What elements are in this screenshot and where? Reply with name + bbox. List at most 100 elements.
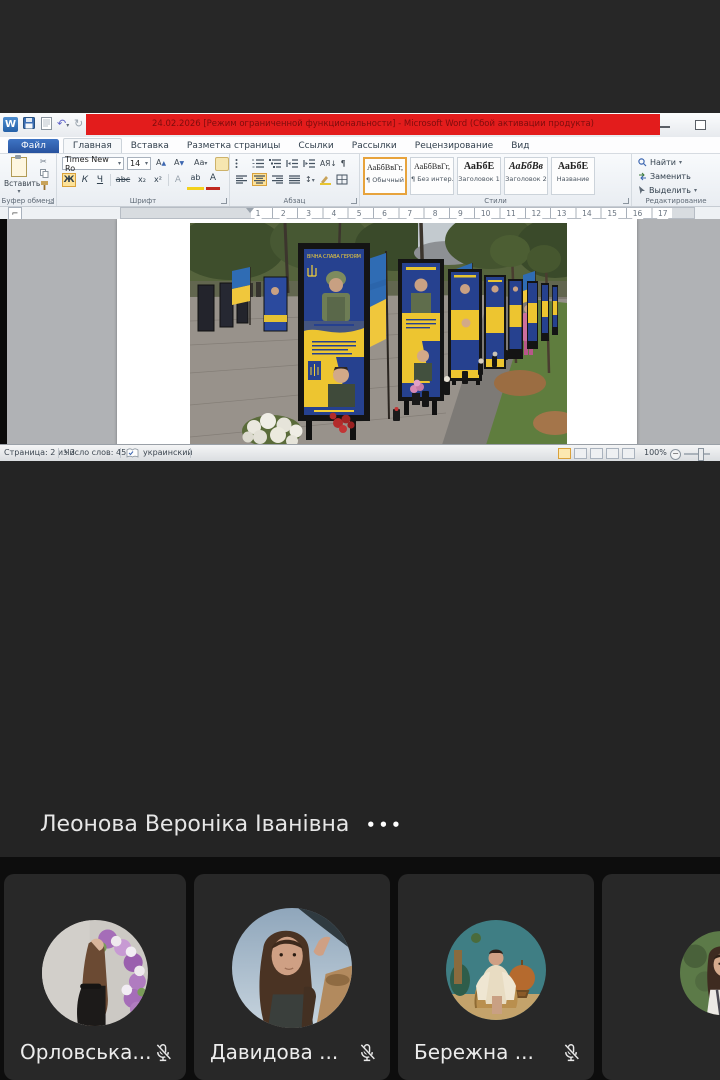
shading-icon[interactable] (319, 174, 332, 185)
presenter-menu-icon[interactable]: ••• (366, 816, 404, 834)
copy-icon[interactable] (40, 169, 49, 178)
increase-indent-icon[interactable] (303, 158, 316, 169)
clear-formatting-icon[interactable] (215, 157, 229, 171)
save-icon[interactable] (23, 117, 35, 133)
style-no-spacing[interactable]: АаБбВвГг, ¶ Без интер.. (410, 157, 454, 195)
view-web-layout-icon[interactable] (590, 448, 603, 459)
font-size-select[interactable]: 14▾ (127, 157, 151, 170)
underline-button[interactable]: Ч (93, 173, 107, 187)
strikethrough-button[interactable]: abc (113, 173, 133, 187)
ruler-number: 12 (531, 208, 543, 219)
status-word-count[interactable]: Число слов: 45 (64, 445, 126, 461)
ruler-number: 8 (432, 208, 439, 219)
font-color-button[interactable]: А (206, 173, 220, 190)
avatar (42, 920, 148, 1026)
presenter-name: Леонова Вероніка Іванівна (40, 812, 349, 837)
find-button[interactable]: Найти▾ (638, 158, 682, 167)
ruler-number: 1 (255, 208, 262, 219)
mic-off-icon (152, 1042, 174, 1064)
participant-tile[interactable]: Бережна ... (398, 874, 594, 1080)
horizontal-ruler[interactable]: 1234567891011121314151617 (120, 207, 695, 219)
format-painter-icon[interactable] (40, 181, 49, 190)
spellcheck-icon[interactable] (126, 448, 139, 459)
clipboard-dialog-launcher[interactable] (48, 198, 54, 204)
align-right-icon[interactable] (271, 174, 284, 185)
minimize-icon[interactable] (660, 126, 670, 128)
ruler-number: 4 (331, 208, 338, 219)
font-group: Times New Ro▾ 14▾ А▲ А▼ Аа▾ Ж К Ч abc х₂… (57, 154, 230, 206)
font-dialog-launcher[interactable] (221, 198, 227, 204)
ruler-number: 2 (280, 208, 287, 219)
cut-icon[interactable]: ✂ (40, 157, 49, 166)
maximize-icon[interactable] (695, 120, 706, 130)
avatar (232, 908, 352, 1028)
style-heading1[interactable]: АаБбЕ Заголовок 1 (457, 157, 501, 195)
tab-insert[interactable]: Вставка (122, 139, 178, 153)
svg-text:ВІЧНА СЛАВА ГЕРОЯМ: ВІЧНА СЛАВА ГЕРОЯМ (307, 254, 361, 260)
subscript-button[interactable]: х₂ (134, 173, 150, 187)
view-outline-icon[interactable] (606, 448, 619, 459)
paragraph-group: АЯ↓ ¶ ↕▾ Абзац (230, 154, 360, 206)
tab-page-layout[interactable]: Разметка страницы (178, 139, 290, 153)
paste-button[interactable]: Вставить ▾ (4, 156, 34, 196)
zoom-slider-track[interactable] (684, 453, 710, 455)
style-heading2[interactable]: АаБбВв Заголовок 2 (504, 157, 548, 195)
presenter-tile[interactable] (0, 461, 720, 857)
view-print-layout-icon[interactable] (558, 448, 571, 459)
tab-review[interactable]: Рецензирование (406, 139, 502, 153)
participant-name: Орловська... (20, 1040, 151, 1064)
bullets-icon[interactable] (235, 158, 248, 169)
align-center-icon[interactable] (252, 173, 267, 186)
redo-icon[interactable]: ↻ (74, 117, 83, 131)
styles-dialog-launcher[interactable] (623, 198, 629, 204)
style-normal[interactable]: АаБбВвГг, ¶ Обычный (363, 157, 407, 195)
align-left-icon[interactable] (235, 174, 248, 185)
participant-name: Бережна ... (414, 1040, 534, 1064)
shrink-font-button[interactable]: А▼ (174, 158, 184, 167)
avatar (446, 920, 546, 1020)
ruler-number: 10 (480, 208, 492, 219)
new-document-icon[interactable] (41, 117, 52, 134)
undo-icon[interactable]: ↶▾ (57, 117, 69, 133)
superscript-button[interactable]: х² (150, 173, 166, 187)
tab-home[interactable]: Главная (63, 138, 122, 153)
participant-tile[interactable]: Орловська... (4, 874, 186, 1080)
zoom-out-icon[interactable]: − (670, 449, 681, 460)
status-language[interactable]: украинский (143, 445, 193, 461)
tab-view[interactable]: Вид (502, 139, 538, 153)
ruler-number: 13 (556, 208, 568, 219)
zoom-slider-thumb[interactable] (698, 448, 704, 461)
sort-icon[interactable]: АЯ↓ (320, 159, 337, 168)
multilevel-list-icon[interactable] (269, 158, 282, 169)
text-effects-button[interactable]: А (171, 173, 185, 187)
participant-tile[interactable]: Давидова ... (194, 874, 390, 1080)
view-fullscreen-icon[interactable] (574, 448, 587, 459)
paragraph-dialog-launcher[interactable] (351, 198, 357, 204)
decrease-indent-icon[interactable] (286, 158, 299, 169)
word-status-bar: Страница: 2 из 3 Число слов: 45 украинск… (0, 444, 720, 462)
zoom-level[interactable]: 100% (644, 445, 667, 461)
borders-icon[interactable] (336, 174, 349, 185)
font-name-select[interactable]: Times New Ro▾ (62, 157, 124, 170)
bold-button[interactable]: Ж (62, 173, 76, 187)
shared-document-photo: ВІЧНА СЛАВА ГЕРОЯМ (190, 223, 567, 445)
participant-strip: Орловська... (0, 857, 720, 1080)
justify-icon[interactable] (288, 174, 301, 185)
view-draft-icon[interactable] (622, 448, 635, 459)
tab-mailings[interactable]: Рассылки (343, 139, 406, 153)
change-case-button[interactable]: Аа▾ (194, 158, 207, 167)
style-title[interactable]: АаБбЕ Название (551, 157, 595, 195)
line-spacing-icon[interactable]: ↕▾ (305, 175, 315, 184)
italic-button[interactable]: К (78, 173, 92, 187)
select-button[interactable]: Выделить▾ (638, 186, 697, 195)
replace-button[interactable]: Заменить (638, 172, 691, 181)
grow-font-button[interactable]: А▲ (156, 158, 166, 167)
indent-marker[interactable] (246, 208, 254, 213)
pilcrow-icon[interactable]: ¶ (341, 159, 346, 168)
tab-references[interactable]: Ссылки (289, 139, 342, 153)
word-app-icon[interactable]: W (3, 117, 18, 132)
highlight-color-button[interactable]: ab (187, 173, 204, 190)
tab-file[interactable]: Файл (8, 139, 59, 153)
numbering-icon[interactable] (252, 158, 265, 169)
participant-tile[interactable] (602, 874, 720, 1080)
